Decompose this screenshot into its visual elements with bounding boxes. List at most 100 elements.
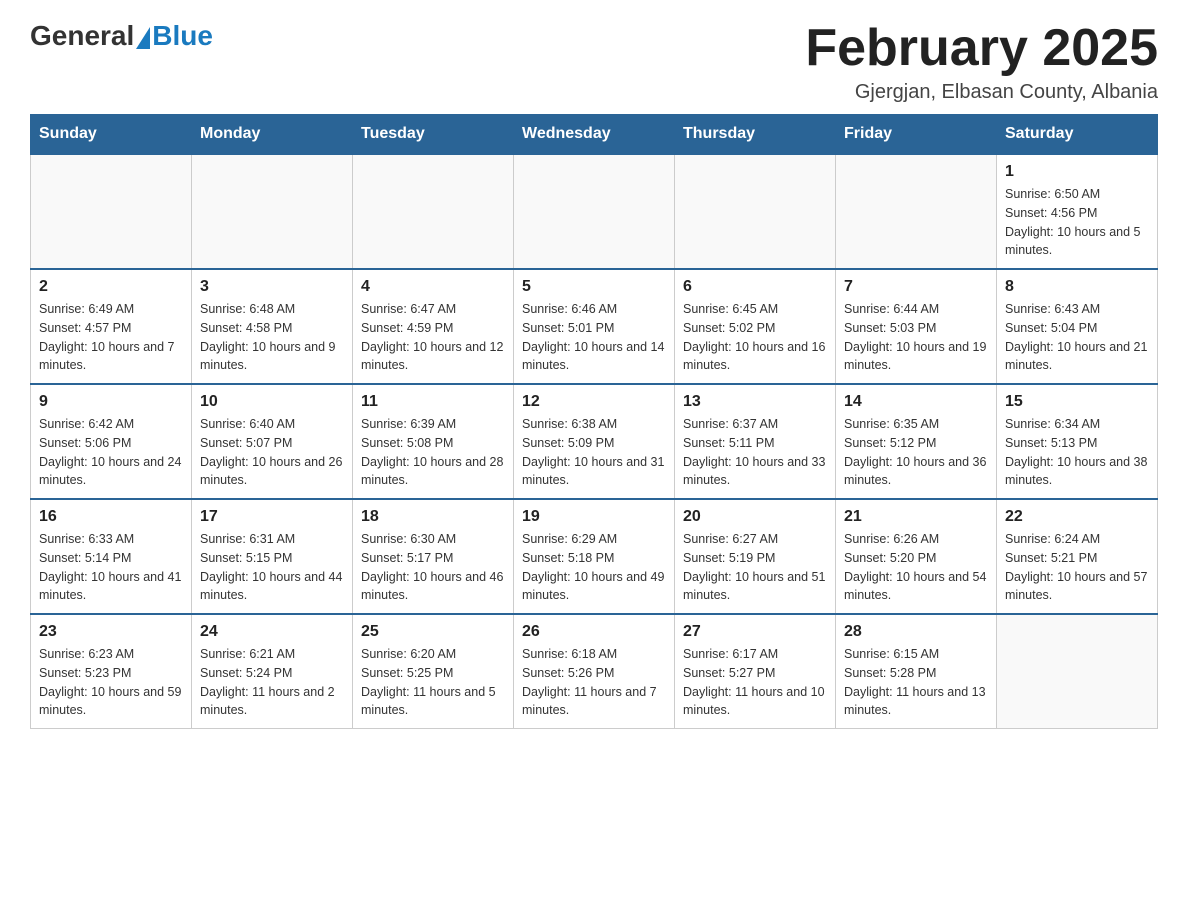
calendar-week-2: 2 Sunrise: 6:49 AMSunset: 4:57 PMDaylight… [31,269,1158,384]
day-info: Sunrise: 6:45 AMSunset: 5:02 PMDaylight:… [683,300,827,375]
calendar-cell: 14Sunrise: 6:35 AMSunset: 5:12 PMDayligh… [836,384,997,499]
calendar-cell [31,154,192,269]
day-number: 1 [1005,163,1149,181]
calendar-week-3: 9 Sunrise: 6:42 AMSunset: 5:06 PMDaylight… [31,384,1158,499]
calendar-header-row: SundayMondayTuesdayWednesdayThursdayFrid… [31,115,1158,155]
day-number: 15 [1005,393,1149,411]
day-info: Sunrise: 6:37 AMSunset: 5:11 PMDaylight:… [683,415,827,490]
day-info: Sunrise: 6:27 AMSunset: 5:19 PMDaylight:… [683,530,827,605]
day-info: Sunrise: 6:29 AMSunset: 5:18 PMDaylight:… [522,530,666,605]
calendar-cell [192,154,353,269]
calendar-cell [353,154,514,269]
calendar-cell: 16 Sunrise: 6:33 AMSunset: 5:14 PMDayligh… [31,499,192,614]
day-number: 28 [844,623,988,641]
calendar-cell [836,154,997,269]
calendar-header-saturday: Saturday [997,115,1158,155]
day-info: Sunrise: 6:35 AMSunset: 5:12 PMDaylight:… [844,415,988,490]
day-number: 26 [522,623,666,641]
calendar-cell [514,154,675,269]
calendar-cell: 12 Sunrise: 6:38 AMSunset: 5:09 PMDayligh… [514,384,675,499]
day-number: 23 [39,623,183,641]
calendar-header-tuesday: Tuesday [353,115,514,155]
day-number: 18 [361,508,505,526]
day-info: Sunrise: 6:15 AMSunset: 5:28 PMDaylight:… [844,645,988,720]
day-number: 7 [844,278,988,296]
day-info: Sunrise: 6:43 AMSunset: 5:04 PMDaylight:… [1005,300,1149,375]
calendar-header-wednesday: Wednesday [514,115,675,155]
day-number: 16 [39,508,183,526]
calendar-cell: 7 Sunrise: 6:44 AMSunset: 5:03 PMDaylight… [836,269,997,384]
day-info: Sunrise: 6:20 AMSunset: 5:25 PMDaylight:… [361,645,505,720]
calendar-cell: 22 Sunrise: 6:24 AMSunset: 5:21 PMDayligh… [997,499,1158,614]
calendar-cell: 5Sunrise: 6:46 AMSunset: 5:01 PMDaylight… [514,269,675,384]
day-number: 27 [683,623,827,641]
day-info: Sunrise: 6:33 AMSunset: 5:14 PMDaylight:… [39,530,183,605]
day-info: Sunrise: 6:49 AMSunset: 4:57 PMDaylight:… [39,300,183,375]
day-number: 9 [39,393,183,411]
calendar-cell: 25 Sunrise: 6:20 AMSunset: 5:25 PMDayligh… [353,614,514,729]
day-number: 25 [361,623,505,641]
calendar-cell: 1 Sunrise: 6:50 AMSunset: 4:56 PMDaylight… [997,154,1158,269]
calendar-table: SundayMondayTuesdayWednesdayThursdayFrid… [30,114,1158,729]
calendar-cell: 23 Sunrise: 6:23 AMSunset: 5:23 PMDayligh… [31,614,192,729]
day-info: Sunrise: 6:39 AMSunset: 5:08 PMDaylight:… [361,415,505,490]
calendar-cell: 26 Sunrise: 6:18 AMSunset: 5:26 PMDayligh… [514,614,675,729]
day-info: Sunrise: 6:17 AMSunset: 5:27 PMDaylight:… [683,645,827,720]
logo-general-text: General [30,20,134,52]
day-info: Sunrise: 6:44 AMSunset: 5:03 PMDaylight:… [844,300,988,375]
day-number: 20 [683,508,827,526]
page-header: General Blue February 2025 Gjergjan, Elb… [30,20,1158,104]
day-info: Sunrise: 6:38 AMSunset: 5:09 PMDaylight:… [522,415,666,490]
day-number: 11 [361,393,505,411]
day-number: 13 [683,393,827,411]
title-section: February 2025 Gjergjan, Elbasan County, … [805,20,1158,104]
logo: General Blue [30,20,213,52]
day-info: Sunrise: 6:26 AMSunset: 5:20 PMDaylight:… [844,530,988,605]
day-info: Sunrise: 6:18 AMSunset: 5:26 PMDaylight:… [522,645,666,720]
day-number: 12 [522,393,666,411]
calendar-cell: 3 Sunrise: 6:48 AMSunset: 4:58 PMDaylight… [192,269,353,384]
calendar-cell: 17Sunrise: 6:31 AMSunset: 5:15 PMDayligh… [192,499,353,614]
day-number: 6 [683,278,827,296]
day-number: 4 [361,278,505,296]
calendar-cell: 2 Sunrise: 6:49 AMSunset: 4:57 PMDaylight… [31,269,192,384]
day-info: Sunrise: 6:40 AMSunset: 5:07 PMDaylight:… [200,415,344,490]
calendar-cell: 9 Sunrise: 6:42 AMSunset: 5:06 PMDaylight… [31,384,192,499]
calendar-cell: 10 Sunrise: 6:40 AMSunset: 5:07 PMDayligh… [192,384,353,499]
day-number: 22 [1005,508,1149,526]
calendar-week-5: 23 Sunrise: 6:23 AMSunset: 5:23 PMDayligh… [31,614,1158,729]
calendar-cell: 4 Sunrise: 6:47 AMSunset: 4:59 PMDaylight… [353,269,514,384]
day-info: Sunrise: 6:50 AMSunset: 4:56 PMDaylight:… [1005,185,1149,260]
calendar-cell: 11 Sunrise: 6:39 AMSunset: 5:08 PMDayligh… [353,384,514,499]
day-number: 2 [39,278,183,296]
day-number: 5 [522,278,666,296]
day-info: Sunrise: 6:34 AMSunset: 5:13 PMDaylight:… [1005,415,1149,490]
day-info: Sunrise: 6:47 AMSunset: 4:59 PMDaylight:… [361,300,505,375]
calendar-header-thursday: Thursday [675,115,836,155]
day-info: Sunrise: 6:21 AMSunset: 5:24 PMDaylight:… [200,645,344,720]
day-number: 21 [844,508,988,526]
logo-arrow-icon [136,27,150,49]
calendar-week-4: 16 Sunrise: 6:33 AMSunset: 5:14 PMDayligh… [31,499,1158,614]
day-number: 3 [200,278,344,296]
day-info: Sunrise: 6:48 AMSunset: 4:58 PMDaylight:… [200,300,344,375]
calendar-cell: 6 Sunrise: 6:45 AMSunset: 5:02 PMDaylight… [675,269,836,384]
calendar-title: February 2025 [805,20,1158,77]
day-info: Sunrise: 6:30 AMSunset: 5:17 PMDaylight:… [361,530,505,605]
calendar-cell: 27 Sunrise: 6:17 AMSunset: 5:27 PMDayligh… [675,614,836,729]
calendar-header-sunday: Sunday [31,115,192,155]
day-info: Sunrise: 6:42 AMSunset: 5:06 PMDaylight:… [39,415,183,490]
calendar-subtitle: Gjergjan, Elbasan County, Albania [805,81,1158,104]
calendar-cell: 20 Sunrise: 6:27 AMSunset: 5:19 PMDayligh… [675,499,836,614]
day-info: Sunrise: 6:24 AMSunset: 5:21 PMDaylight:… [1005,530,1149,605]
logo-blue-text: Blue [152,20,213,52]
calendar-cell: 24Sunrise: 6:21 AMSunset: 5:24 PMDayligh… [192,614,353,729]
calendar-cell [675,154,836,269]
calendar-cell: 8Sunrise: 6:43 AMSunset: 5:04 PMDaylight… [997,269,1158,384]
day-info: Sunrise: 6:23 AMSunset: 5:23 PMDaylight:… [39,645,183,720]
day-number: 10 [200,393,344,411]
day-number: 19 [522,508,666,526]
calendar-cell: 13 Sunrise: 6:37 AMSunset: 5:11 PMDayligh… [675,384,836,499]
day-number: 17 [200,508,344,526]
calendar-header-monday: Monday [192,115,353,155]
